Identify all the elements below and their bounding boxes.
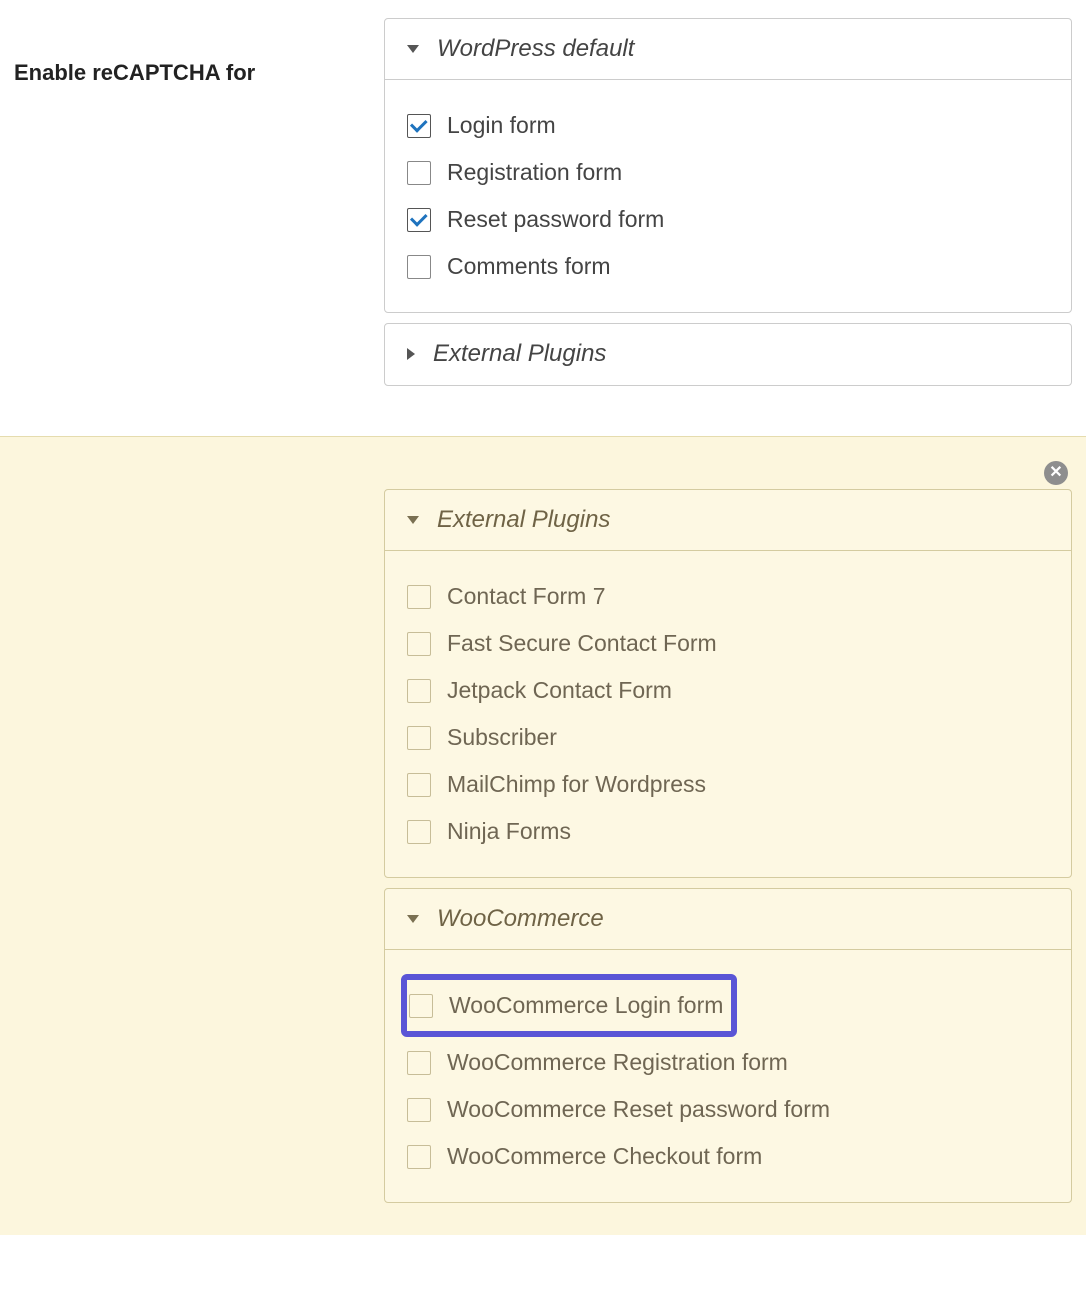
- checkbox-label: Comments form: [447, 253, 611, 280]
- checkbox[interactable]: [407, 585, 431, 609]
- checkbox[interactable]: [407, 1145, 431, 1169]
- checkbox-label: MailChimp for Wordpress: [447, 771, 706, 798]
- checkbox-label: Jetpack Contact Form: [447, 677, 672, 704]
- chevron-right-icon: [407, 348, 415, 360]
- checkbox[interactable]: [407, 114, 431, 138]
- checkbox-row: Registration form: [407, 149, 1049, 196]
- setting-label-col: Enable reCAPTCHA for: [14, 18, 384, 396]
- checkbox[interactable]: [407, 255, 431, 279]
- checkbox-row: MailChimp for Wordpress: [407, 761, 1049, 808]
- accordion-header[interactable]: WooCommerce: [385, 889, 1071, 950]
- chevron-down-icon: [407, 45, 419, 53]
- checkbox-row: Comments form: [407, 243, 1049, 290]
- checkbox-label: WooCommerce Registration form: [447, 1049, 788, 1076]
- top-section: Enable reCAPTCHA for WordPress default Lo…: [0, 0, 1086, 436]
- checkbox[interactable]: [407, 632, 431, 656]
- checkbox-label: Login form: [447, 112, 556, 139]
- checkbox-row: Jetpack Contact Form: [407, 667, 1049, 714]
- checkbox-label: WooCommerce Reset password form: [447, 1096, 830, 1123]
- checkbox-row: Reset password form: [407, 196, 1049, 243]
- accordion-panel: WordPress default Login form Registration …: [384, 18, 1072, 313]
- checkbox-label: Subscriber: [447, 724, 557, 751]
- highlight-box: WooCommerce Login form: [401, 974, 737, 1037]
- checkbox-row: WooCommerce Checkout form: [407, 1133, 1049, 1180]
- checkbox-label: Contact Form 7: [447, 583, 606, 610]
- close-button[interactable]: ✕: [1044, 461, 1068, 485]
- checkbox[interactable]: [407, 161, 431, 185]
- accordion-panel: External Plugins Contact Form 7 Fast Secur…: [384, 489, 1072, 878]
- accordion-body: Login form Registration form Reset passwor…: [385, 80, 1071, 312]
- checkbox-row: WooCommerce Registration form: [407, 1039, 1049, 1086]
- checkbox[interactable]: [409, 994, 433, 1018]
- checkbox-label: Registration form: [447, 159, 622, 186]
- checkbox-row: WooCommerce Login form: [409, 984, 723, 1027]
- checkbox-row: Fast Secure Contact Form: [407, 620, 1049, 667]
- accordion-title: External Plugins: [433, 340, 606, 368]
- checkbox[interactable]: [407, 773, 431, 797]
- checkbox-label: WooCommerce Checkout form: [447, 1143, 762, 1170]
- accordion-title: WordPress default: [437, 35, 634, 63]
- accordion-header[interactable]: External Plugins: [385, 490, 1071, 551]
- checkbox[interactable]: [407, 1098, 431, 1122]
- accordion-header[interactable]: WordPress default: [385, 19, 1071, 80]
- checkbox[interactable]: [407, 679, 431, 703]
- checkbox-label: Fast Secure Contact Form: [447, 630, 717, 657]
- checkbox-row: Login form: [407, 102, 1049, 149]
- checkbox-label: Ninja Forms: [447, 818, 571, 845]
- checkbox-row: Contact Form 7: [407, 573, 1049, 620]
- accordion-body: Contact Form 7 Fast Secure Contact Form Je…: [385, 551, 1071, 877]
- accordion-body: WooCommerce Login form WooCommerce Regist…: [385, 950, 1071, 1202]
- close-icon: ✕: [1049, 465, 1062, 481]
- checkbox-label: Reset password form: [447, 206, 664, 233]
- panels-bottom-col: External Plugins Contact Form 7 Fast Secur…: [384, 489, 1072, 1203]
- chevron-down-icon: [407, 516, 419, 524]
- checkmark-icon: [409, 209, 427, 227]
- setting-label: Enable reCAPTCHA for: [14, 60, 384, 86]
- checkbox[interactable]: [407, 1051, 431, 1075]
- checkbox[interactable]: [407, 726, 431, 750]
- accordion-panel: WooCommerceWooCommerce Login formWooComm…: [384, 888, 1072, 1203]
- checkbox[interactable]: [407, 820, 431, 844]
- checkbox-row: Ninja Forms: [407, 808, 1049, 855]
- accordion-title: WooCommerce: [437, 905, 604, 933]
- accordion-panel: External Plugins: [384, 323, 1072, 386]
- chevron-down-icon: [407, 915, 419, 923]
- panels-top-col: WordPress default Login form Registration …: [384, 18, 1072, 396]
- checkmark-icon: [409, 115, 427, 133]
- checkbox-label: WooCommerce Login form: [449, 992, 723, 1019]
- accordion-header[interactable]: External Plugins: [385, 324, 1071, 385]
- checkbox-row: WooCommerce Reset password form: [407, 1086, 1049, 1133]
- checkbox-row: Subscriber: [407, 714, 1049, 761]
- accordion-title: External Plugins: [437, 506, 610, 534]
- bottom-section: ✕ External Plugins Contact Form 7 Fast Sec…: [0, 436, 1086, 1235]
- checkbox[interactable]: [407, 208, 431, 232]
